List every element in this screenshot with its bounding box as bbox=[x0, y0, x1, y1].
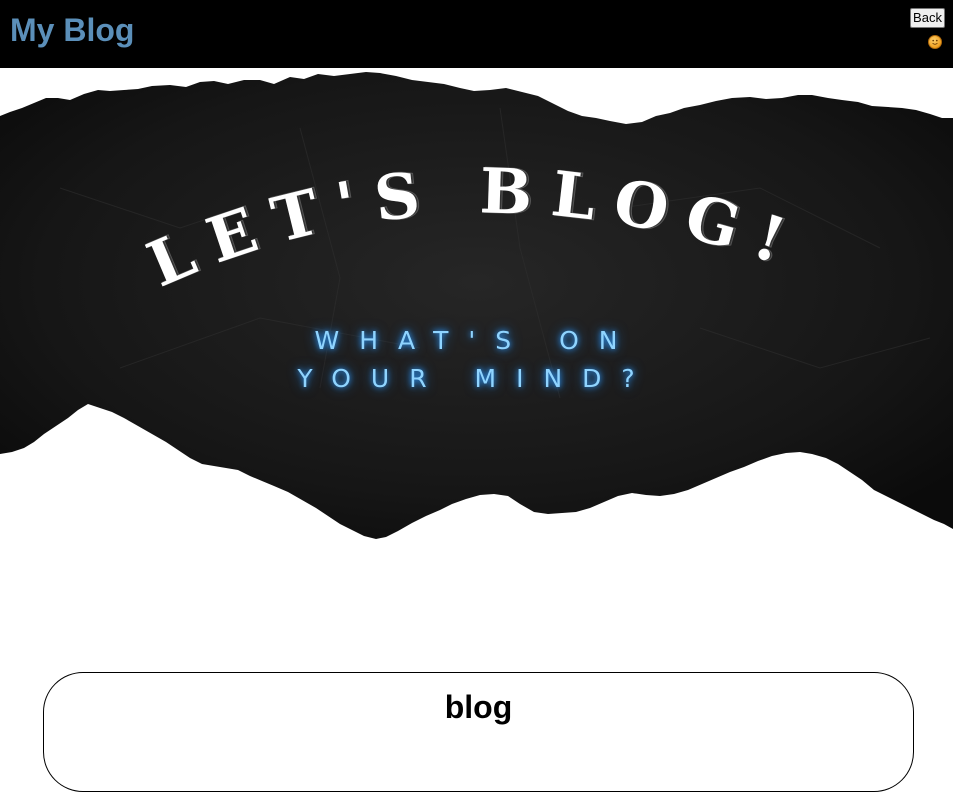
hero-heading-text: LET'S BLOG! bbox=[137, 154, 793, 301]
hero-tagline-line2: YOUR MIND? bbox=[297, 364, 655, 393]
hero-heading: LET'S BLOG! LET'S BLOG! bbox=[137, 154, 811, 301]
blog-card[interactable]: blog bbox=[43, 672, 914, 792]
back-button[interactable]: Back bbox=[910, 8, 945, 28]
hero-tagline: WHAT'S ON YOUR MIND? bbox=[226, 322, 726, 398]
svg-text:LET'S BLOG!: LET'S BLOG! bbox=[137, 154, 811, 301]
user-avatar-icon[interactable] bbox=[928, 35, 942, 49]
header-bar: My Blog Back bbox=[0, 0, 953, 68]
hero-banner: LET'S BLOG! LET'S BLOG! WHAT'S ON YOUR M… bbox=[0, 68, 953, 540]
blog-card-title: blog bbox=[444, 689, 513, 725]
site-title[interactable]: My Blog bbox=[10, 12, 134, 48]
hero-tagline-line1: WHAT'S ON bbox=[314, 326, 638, 355]
